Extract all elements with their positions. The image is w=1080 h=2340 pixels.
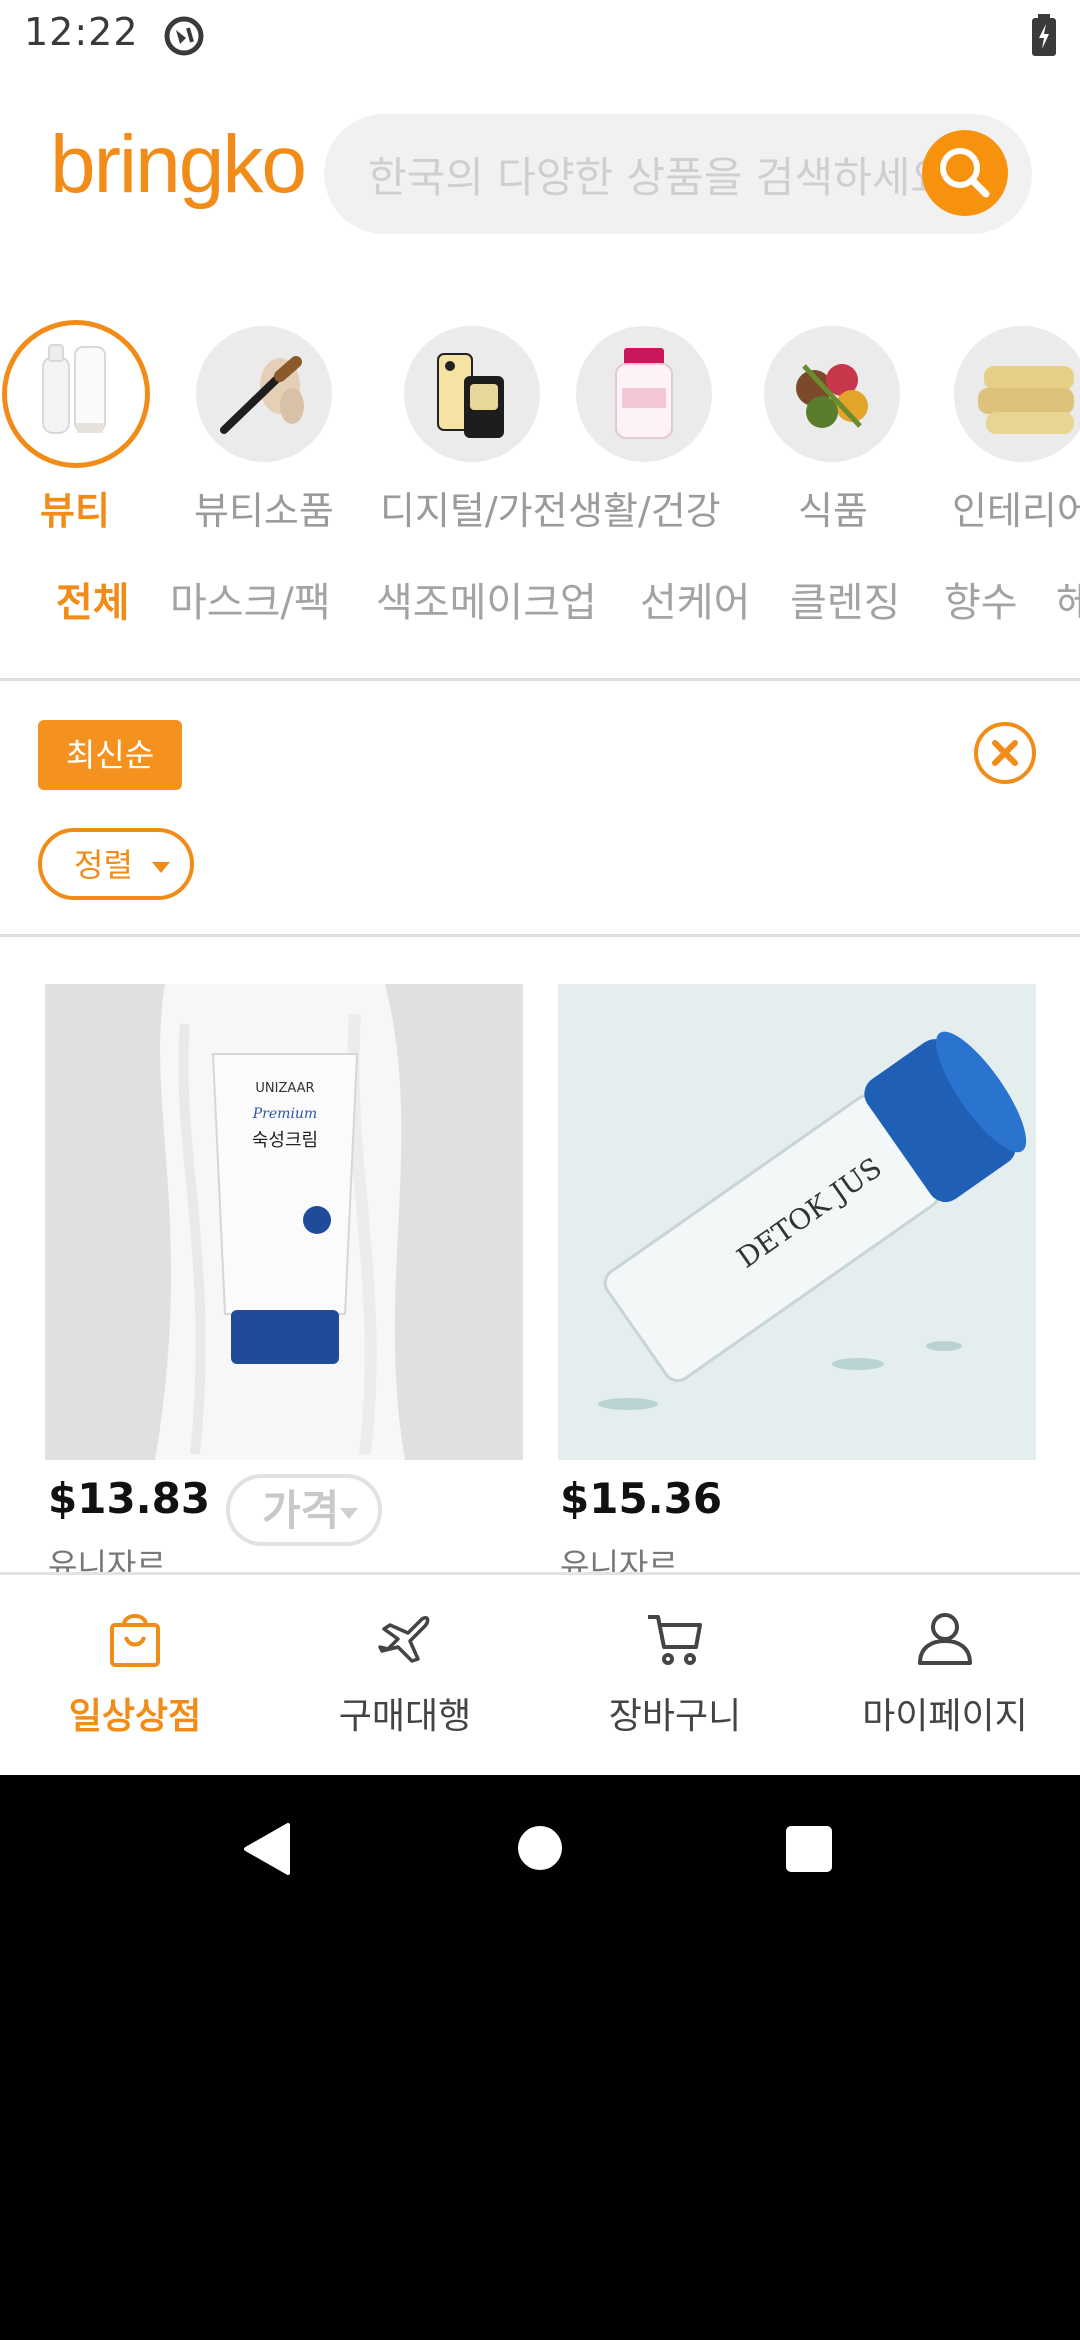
home-icon[interactable] xyxy=(518,1826,562,1870)
user-icon xyxy=(918,1613,972,1665)
bedding-icon xyxy=(978,366,1074,434)
product-image-line: Premium xyxy=(252,1106,317,1122)
tab-perfume[interactable]: 향수 xyxy=(944,570,1018,628)
app-screen: 12:22 bringko 한국의 다양한 상품을 검색하세요 뷰티 뷰티소품 … xyxy=(0,0,1080,1775)
cream-tube-image: UNIZAAR Premium 숙성크림 xyxy=(155,984,405,1460)
beauty-products-icon xyxy=(42,344,106,434)
category-label-interior: 인테리어 xyxy=(952,489,1080,533)
shopping-bag-icon xyxy=(110,1614,160,1667)
makeup-brush-icon xyxy=(220,356,304,434)
vegetables-icon xyxy=(796,364,868,428)
product-price: $13.83 xyxy=(48,1474,211,1523)
toner-bottle-image: DETOK JUS xyxy=(598,1031,1027,1410)
divider xyxy=(0,934,1080,937)
category-food[interactable] xyxy=(764,326,900,462)
airplane-icon xyxy=(378,1615,430,1663)
price-dropdown-label: 가격 xyxy=(262,1486,340,1535)
chevron-down-icon xyxy=(152,862,170,873)
tab-color-makeup[interactable]: 색조메이크업 xyxy=(376,570,597,628)
category-label-food: 식품 xyxy=(798,489,868,533)
nav-label: 마이페이지 xyxy=(862,1696,1028,1737)
category-label-beauty-tools: 뷰티소품 xyxy=(194,489,334,533)
product-image-name: 숙성크림 xyxy=(252,1130,318,1151)
battery-icon xyxy=(1032,14,1056,56)
tab-all[interactable]: 전체 xyxy=(56,570,130,628)
tab-mask-pack[interactable]: 마스크/팩 xyxy=(170,570,331,628)
price-dropdown[interactable]: 가격 xyxy=(226,1474,382,1546)
category-beauty[interactable] xyxy=(2,320,150,468)
bringko-logo[interactable]: bringko xyxy=(50,118,307,212)
category-label-digital: 디지털/가전 xyxy=(380,489,568,533)
chevron-down-icon xyxy=(340,1508,358,1519)
category-digital[interactable] xyxy=(404,326,540,462)
nav-label: 장바구니 xyxy=(608,1696,742,1737)
tab-more[interactable]: 헤 xyxy=(1056,570,1080,628)
search-placeholder: 한국의 다양한 상품을 검색하세요 xyxy=(368,153,950,202)
category-label-beauty: 뷰티 xyxy=(40,489,110,533)
supplement-bottle-icon xyxy=(615,348,673,439)
nav-purchase-agent[interactable]: 구매대행 xyxy=(270,1575,540,1775)
search-button[interactable] xyxy=(922,130,1008,216)
nav-daily-store[interactable]: 일상상점 xyxy=(0,1575,270,1775)
back-icon[interactable] xyxy=(242,1823,290,1875)
nav-label: 일상상점 xyxy=(68,1696,202,1737)
category-interior[interactable] xyxy=(954,326,1080,462)
category-living-health[interactable] xyxy=(576,326,712,462)
sort-dropdown[interactable]: 정렬 xyxy=(38,828,194,900)
cart-icon xyxy=(648,1615,702,1665)
search-icon xyxy=(940,148,990,198)
clear-filter-button[interactable] xyxy=(974,722,1036,784)
tab-cleansing[interactable]: 클렌징 xyxy=(790,570,900,628)
product-image-brand: UNIZAAR xyxy=(255,1081,314,1096)
bottom-navigation: 일상상점 구매대행 장바구니 마이페이지 xyxy=(0,1572,1080,1775)
sort-dropdown-label: 정렬 xyxy=(74,846,133,884)
sync-status-icon xyxy=(164,16,204,56)
status-time: 12:22 xyxy=(24,10,139,54)
active-sort-badge: 최신순 xyxy=(38,720,182,790)
foldable-phone-icon xyxy=(437,353,504,438)
tab-sun-care[interactable]: 선케어 xyxy=(640,570,750,628)
product-price: $15.36 xyxy=(560,1474,723,1523)
close-icon xyxy=(992,740,1018,766)
nav-label: 구매대행 xyxy=(338,1696,472,1737)
divider xyxy=(0,678,1080,681)
recent-apps-icon[interactable] xyxy=(786,1826,832,1872)
product-image[interactable]: UNIZAAR Premium 숙성크림 xyxy=(45,984,523,1460)
category-beauty-tools[interactable] xyxy=(196,326,332,462)
category-label-living-health: 생활/건강 xyxy=(568,489,721,533)
nav-my-page[interactable]: 마이페이지 xyxy=(810,1575,1080,1775)
status-bar: 12:22 xyxy=(0,0,1080,72)
product-image[interactable]: DETOK JUS xyxy=(558,984,1036,1460)
nav-cart[interactable]: 장바구니 xyxy=(540,1575,810,1775)
